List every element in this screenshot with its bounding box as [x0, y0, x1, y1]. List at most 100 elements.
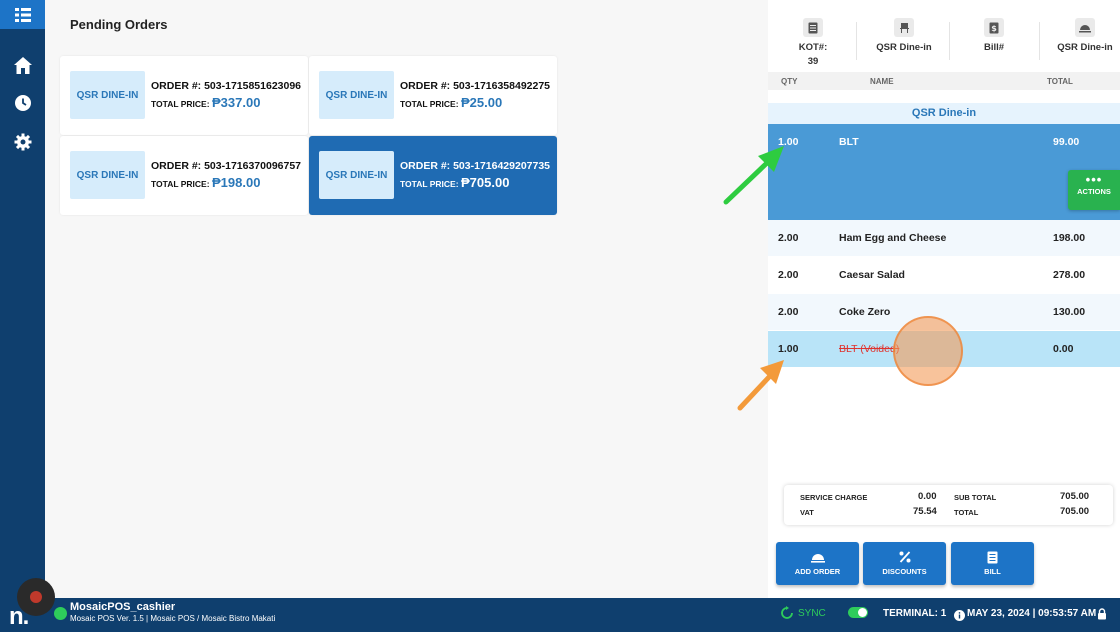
- terminal-number: TERMINAL: 1: [883, 608, 947, 619]
- item-name: Caesar Salad: [839, 269, 905, 281]
- header-divider: [856, 22, 857, 60]
- name-column-header: NAME: [870, 77, 894, 86]
- total-price-label: TOTAL PRICE:: [400, 179, 459, 189]
- service-type-label: QSR Dine-in: [1057, 42, 1113, 53]
- sync-icon[interactable]: [780, 606, 794, 625]
- total-price-value: ₱705.00: [461, 175, 510, 190]
- apps-grid-icon[interactable]: [0, 0, 45, 29]
- recording-indicator: [17, 578, 55, 616]
- pos-app: Pending Orders QSR DINE-IN ORDER #: 503-…: [0, 0, 1120, 632]
- info-icon: [954, 608, 965, 626]
- receipt-icon: [951, 547, 1034, 567]
- order-type-tag: QSR DINE-IN: [319, 151, 394, 199]
- item-total: 278.00: [1053, 269, 1086, 281]
- item-name: BLT: [839, 136, 859, 148]
- order-totals-summary: SERVICE CHARGE 0.00 VAT 75.54 SUB TOTAL …: [784, 485, 1113, 525]
- discounts-button[interactable]: DISCOUNTS: [863, 542, 946, 585]
- order-type-tag: QSR DINE-IN: [70, 71, 145, 119]
- svg-text:$: $: [991, 24, 997, 33]
- settings-gear-icon[interactable]: [0, 127, 45, 157]
- item-qty: 2.00: [778, 232, 799, 244]
- home-icon[interactable]: [0, 50, 45, 80]
- item-total: 130.00: [1053, 306, 1086, 318]
- total-price-label: TOTAL PRICE:: [400, 99, 459, 109]
- item-name: Ham Egg and Cheese: [839, 232, 947, 244]
- item-actions-area: ••• ACTIONS: [768, 160, 1120, 220]
- total-column-header: TOTAL: [1047, 77, 1073, 86]
- cloche-icon: [776, 547, 859, 567]
- history-clock-icon[interactable]: [0, 88, 45, 118]
- actions-button[interactable]: ••• ACTIONS: [1068, 170, 1120, 210]
- order-number: ORDER #: 503-1715851623096: [151, 80, 302, 92]
- sync-label[interactable]: SYNC: [798, 608, 826, 619]
- order-type-tag: QSR DINE-IN: [70, 151, 145, 199]
- order-card[interactable]: QSR DINE-IN ORDER #: 503-1715851623096 T…: [60, 56, 308, 135]
- page-title: Pending Orders: [70, 17, 168, 32]
- lock-icon[interactable]: [1097, 607, 1107, 625]
- cloche-icon: [1075, 18, 1095, 37]
- bill-number-label: Bill#: [983, 42, 1005, 53]
- total-price-value: ₱337.00: [212, 95, 261, 110]
- item-qty: 2.00: [778, 306, 799, 318]
- chair-icon: [894, 18, 914, 37]
- order-item-row[interactable]: 2.00 Caesar Salad 278.00: [768, 257, 1120, 293]
- tap-highlight: [893, 316, 963, 386]
- item-total: 0.00: [1053, 343, 1074, 355]
- header-divider: [949, 22, 950, 60]
- vat-label: VAT: [800, 508, 814, 517]
- service-type-header: QSR Dine-in: [1052, 14, 1118, 70]
- item-name: Coke Zero: [839, 306, 891, 318]
- item-table-header: QTY NAME TOTAL: [768, 72, 1120, 90]
- qty-column-header: QTY: [781, 77, 798, 86]
- header-divider: [1039, 22, 1040, 60]
- total-price-value: ₱198.00: [212, 175, 261, 190]
- status-bar: MosaicPOS_cashier Mosaic POS Ver. 1.5 | …: [0, 598, 1120, 632]
- cashier-username: MosaicPOS_cashier: [70, 601, 176, 613]
- kot-number: 39: [807, 56, 819, 67]
- orange-arrow-icon: [737, 360, 784, 411]
- app-version-info: Mosaic POS Ver. 1.5 | Mosaic POS / Mosai…: [70, 614, 276, 623]
- item-qty: 1.00: [778, 343, 799, 355]
- total-price-value: ₱25.00: [461, 95, 503, 110]
- item-name: BLT: [839, 343, 858, 355]
- order-number: ORDER #: 503-1716370096757: [151, 160, 302, 172]
- order-card[interactable]: QSR DINE-IN ORDER #: 503-1716358492275 T…: [309, 56, 557, 135]
- left-sidebar: [0, 0, 45, 598]
- order-type-label: QSR Dine-in: [876, 42, 932, 53]
- voided-item-name: BLT (Voided): [839, 343, 899, 355]
- add-order-label: ADD ORDER: [794, 567, 841, 576]
- service-charge-label: SERVICE CHARGE: [800, 493, 868, 502]
- item-total: 198.00: [1053, 232, 1086, 244]
- order-group-title: QSR Dine-in: [768, 103, 1120, 124]
- bill-button[interactable]: BILL: [951, 542, 1034, 585]
- order-card[interactable]: QSR DINE-IN ORDER #: 503-1716370096757 T…: [60, 136, 308, 215]
- order-detail-panel: KOT#: 39 QSR Dine-in $ Bill# QSR Dine-in…: [768, 0, 1120, 598]
- add-order-button[interactable]: ADD ORDER: [776, 542, 859, 585]
- bill-label: BILL: [984, 567, 1001, 576]
- bill-header: $ Bill#: [962, 14, 1026, 70]
- sync-toggle[interactable]: [848, 607, 868, 618]
- sub-total-value: 705.00: [1060, 491, 1090, 502]
- order-number: ORDER #: 503-1716429207735: [400, 160, 551, 172]
- item-qty: 2.00: [778, 269, 799, 281]
- more-dots-icon: •••: [1085, 172, 1103, 187]
- current-datetime: MAY 23, 2024 | 09:53:57 AM: [967, 608, 1097, 619]
- total-label: TOTAL: [954, 508, 979, 517]
- total-price-label: TOTAL PRICE:: [151, 99, 210, 109]
- percent-icon: [863, 547, 946, 567]
- order-type-header: QSR Dine-in: [868, 14, 940, 70]
- bill-icon: $: [984, 18, 1004, 37]
- order-item-row-selected[interactable]: 1.00 BLT 99.00: [768, 124, 1120, 160]
- service-charge-value: 0.00: [918, 491, 937, 502]
- online-status-dot: [54, 607, 67, 620]
- total-value: 705.00: [1060, 506, 1090, 517]
- order-number: ORDER #: 503-1716358492275: [400, 80, 551, 92]
- order-card-selected[interactable]: QSR DINE-IN ORDER #: 503-1716429207735 T…: [309, 136, 557, 215]
- order-item-row[interactable]: 2.00 Ham Egg and Cheese 198.00: [768, 220, 1120, 256]
- document-icon: [803, 18, 823, 37]
- kot-label: KOT#:: [798, 42, 828, 53]
- kot-header: KOT#: 39: [782, 14, 844, 70]
- vat-value: 75.54: [913, 506, 937, 517]
- green-arrow-icon: [723, 146, 784, 205]
- discounts-label: DISCOUNTS: [882, 567, 927, 576]
